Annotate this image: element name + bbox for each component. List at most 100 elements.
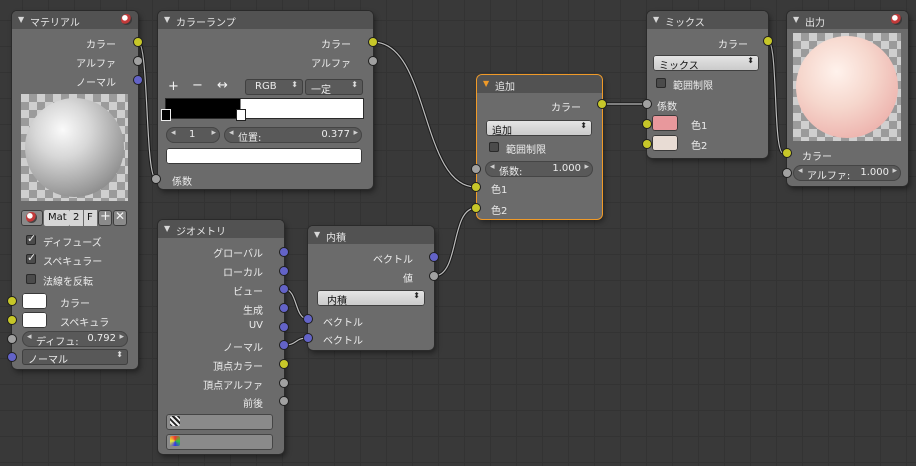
material-in-diffuse-socket[interactable]: [8, 335, 16, 343]
flip-ramp-button[interactable]: ↔: [217, 78, 228, 93]
colorramp-node-header[interactable]: ▼ カラーランプ: [158, 11, 373, 29]
mix-color1-swatch[interactable]: [652, 115, 678, 131]
mix-clamp-checkbox[interactable]: [656, 78, 666, 88]
diffuse-checkbox[interactable]: ✓: [26, 232, 36, 245]
normal-dropdown[interactable]: ノーマル ⬍: [22, 349, 128, 366]
material-in-spec-socket[interactable]: [8, 316, 16, 324]
material-out-normal-socket[interactable]: [134, 76, 142, 84]
color-mode-dropdown[interactable]: RGB ⬍: [245, 79, 303, 95]
output-preview-icon[interactable]: [891, 14, 902, 25]
chevron-left-icon[interactable]: ◂: [171, 128, 176, 138]
add-node-header[interactable]: ▼ 追加: [477, 75, 602, 93]
chevron-left-icon[interactable]: ◂: [798, 166, 803, 176]
geometry-out-orco-socket[interactable]: [280, 304, 288, 312]
output-in-alpha-socket[interactable]: [783, 169, 791, 177]
specular-color-swatch[interactable]: [22, 312, 47, 328]
add-clamp-checkbox[interactable]: [489, 142, 499, 152]
unlink-material-button[interactable]: ✕: [113, 209, 127, 226]
material-out-alpha-socket[interactable]: [134, 57, 142, 65]
mix-node[interactable]: ▼ ミックス カラー ミックス ⬍ 範囲制限 係数 色1 色2: [647, 11, 768, 158]
mix-color2-swatch[interactable]: [652, 135, 678, 151]
chevron-left-icon[interactable]: ◂: [27, 332, 32, 342]
geometry-out-local-socket[interactable]: [280, 267, 288, 275]
fake-user-button[interactable]: F: [84, 210, 97, 226]
geometry-out-uv-socket[interactable]: [280, 323, 288, 331]
add-node[interactable]: ▼ 追加 カラー 追加 ⬍ 範囲制限 ◂ 係数: 1.000 ▸ 色1 色2: [477, 75, 602, 219]
material-in-normal-socket[interactable]: [8, 353, 16, 361]
material-name-field[interactable]: Mat: [44, 210, 70, 226]
chevron-left-icon[interactable]: ◂: [229, 128, 234, 138]
output-node[interactable]: ▼ 出力 カラー ◂ アルファ: 1.000 ▸: [787, 11, 908, 186]
vector-math-operation-dropdown[interactable]: 内積 ⬍: [317, 290, 425, 307]
dot-out-value-socket[interactable]: [430, 272, 438, 280]
collapse-triangle-icon[interactable]: ▼: [18, 15, 24, 24]
collapse-triangle-icon[interactable]: ▼: [314, 230, 320, 239]
stop-index-field[interactable]: ◂ 1 ▸: [166, 127, 220, 143]
interpolation-dropdown[interactable]: 一定 ⬍: [305, 79, 363, 96]
geometry-out-vcol-socket[interactable]: [280, 360, 288, 368]
add-in-color1-socket[interactable]: [472, 183, 480, 191]
ramp-stop-1-handle[interactable]: [237, 110, 245, 120]
mix-in-color2-socket[interactable]: [643, 140, 651, 148]
mix-out-color-socket[interactable]: [764, 37, 772, 45]
colorramp-node[interactable]: ▼ カラーランプ カラー アルファ + − ↔ RGB ⬍ 一定 ⬍ ◂ 1 ▸…: [158, 11, 373, 189]
remove-stop-button[interactable]: −: [192, 78, 203, 93]
material-out-color-socket[interactable]: [134, 38, 142, 46]
material-node-header[interactable]: ▼ マテリアル: [12, 11, 138, 29]
mix-node-header[interactable]: ▼ ミックス: [647, 11, 768, 29]
material-preview-icon[interactable]: [121, 14, 132, 25]
material-node[interactable]: ▼ マテリアル カラー アルファ ノーマル Mat 2 F + ✕ ✓ ディフュ…: [12, 11, 138, 369]
colorramp-out-color-socket[interactable]: [369, 38, 377, 46]
colorramp-out-alpha-socket[interactable]: [369, 57, 377, 65]
geometry-out-view-socket[interactable]: [280, 285, 288, 293]
material-users-count[interactable]: 2: [70, 210, 83, 226]
new-material-button[interactable]: +: [98, 209, 112, 226]
invert-normal-checkbox[interactable]: [26, 274, 36, 284]
dot-product-node-header[interactable]: ▼ 内積: [308, 226, 434, 244]
collapse-triangle-icon[interactable]: ▼: [164, 224, 170, 233]
collapse-triangle-icon[interactable]: ▼: [483, 79, 489, 88]
colorramp-in-fac-socket[interactable]: [152, 175, 160, 183]
chevron-left-icon[interactable]: ◂: [490, 162, 495, 172]
output-alpha-field[interactable]: ◂ アルファ: 1.000 ▸: [793, 165, 901, 182]
collapse-triangle-icon[interactable]: ▼: [793, 15, 799, 24]
input-color-swatch[interactable]: [22, 293, 47, 309]
geometry-node-header[interactable]: ▼ ジオメトリ: [158, 220, 284, 238]
chevron-right-icon[interactable]: ▸: [892, 166, 897, 176]
dot-out-vector-socket[interactable]: [430, 253, 438, 261]
chevron-right-icon[interactable]: ▸: [584, 162, 589, 172]
collapse-triangle-icon[interactable]: ▼: [164, 15, 170, 24]
add-in-color2-socket[interactable]: [472, 204, 480, 212]
color-ramp-bar[interactable]: [166, 99, 363, 118]
blend-mode-dropdown[interactable]: 追加 ⬍: [486, 120, 592, 137]
add-out-color-socket[interactable]: [598, 100, 606, 108]
geometry-out-global-socket[interactable]: [280, 248, 288, 256]
mix-in-color1-socket[interactable]: [643, 120, 651, 128]
material-browse-button[interactable]: [21, 210, 43, 226]
dot-product-node[interactable]: ▼ 内積 ベクトル 値 内積 ⬍ ベクトル ベクトル: [308, 226, 434, 350]
ramp-stop-0-handle[interactable]: [162, 110, 170, 120]
geometry-out-valpha-socket[interactable]: [280, 379, 288, 387]
add-factor-field[interactable]: ◂ 係数: 1.000 ▸: [485, 161, 593, 178]
specular-checkbox[interactable]: ✓: [26, 251, 36, 264]
mix-blend-mode-dropdown[interactable]: ミックス ⬍: [653, 55, 759, 72]
material-in-color-socket[interactable]: [8, 297, 16, 305]
mix-in-fac-socket[interactable]: [643, 100, 651, 108]
output-in-color-socket[interactable]: [783, 149, 791, 157]
stop-color-swatch[interactable]: [166, 148, 362, 164]
chevron-right-icon[interactable]: ▸: [119, 332, 124, 342]
chevron-right-icon[interactable]: ▸: [211, 128, 216, 138]
stop-position-field[interactable]: ◂ 位置: 0.377 ▸: [224, 127, 362, 144]
dot-in-vector1-socket[interactable]: [304, 315, 312, 323]
output-node-header[interactable]: ▼ 出力: [787, 11, 908, 29]
add-stop-button[interactable]: +: [168, 79, 179, 94]
geometry-node[interactable]: ▼ ジオメトリ グローバル ローカル ビュー 生成 UV ノーマル 頂点カラー …: [158, 220, 284, 454]
add-in-fac-socket[interactable]: [472, 165, 480, 173]
chevron-right-icon[interactable]: ▸: [353, 128, 358, 138]
dot-in-vector2-socket[interactable]: [304, 334, 312, 342]
collapse-triangle-icon[interactable]: ▼: [653, 15, 659, 24]
vertex-color-field[interactable]: [166, 434, 273, 450]
uv-map-field[interactable]: [166, 414, 273, 430]
geometry-out-normal-socket[interactable]: [280, 341, 288, 349]
geometry-out-front-socket[interactable]: [280, 397, 288, 405]
